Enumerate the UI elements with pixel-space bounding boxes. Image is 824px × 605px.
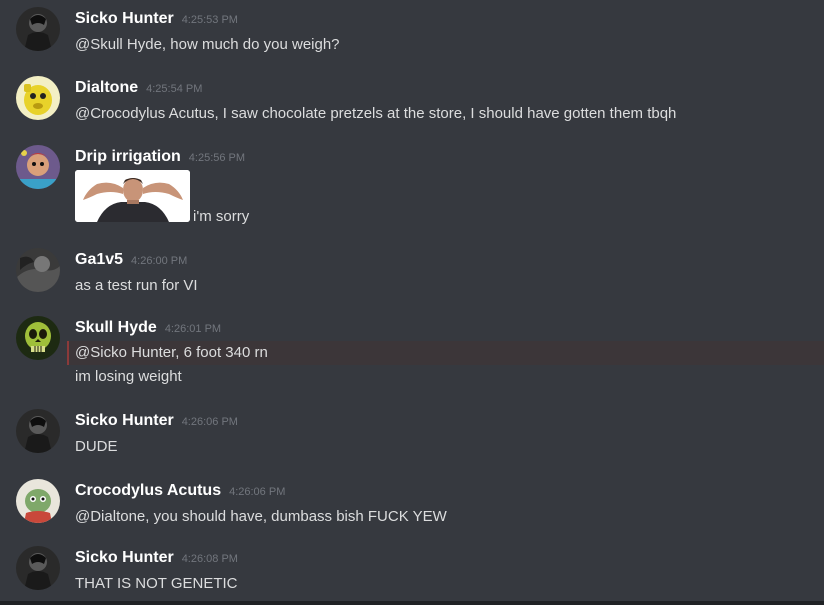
username[interactable]: Ga1v5 — [75, 251, 123, 268]
avatar-sicko-hunter[interactable] — [16, 7, 60, 51]
username[interactable]: Sicko Hunter — [75, 10, 174, 27]
username[interactable]: Drip irrigation — [75, 148, 181, 165]
green-creature-avatar-icon — [16, 479, 60, 523]
timestamp: 4:25:56 PM — [188, 152, 246, 164]
avatar-sicko-hunter[interactable] — [16, 409, 60, 453]
avatar-ga1v5[interactable] — [16, 248, 60, 292]
timestamp: 4:25:54 PM — [146, 83, 203, 95]
message-text: DUDE — [75, 438, 118, 455]
message-header: Sicko Hunter 4:26:06 PM — [75, 409, 238, 433]
chat-message-list: Sicko Hunter 4:25:53 PM @Skull Hyde, how … — [0, 0, 824, 605]
green-skull-avatar-icon — [16, 316, 60, 360]
message-header: Dialtone 4:25:54 PM — [75, 76, 202, 100]
message-header: Sicko Hunter 4:26:08 PM — [75, 546, 238, 570]
username[interactable]: Crocodylus Acutus — [75, 482, 221, 499]
username[interactable]: Dialtone — [75, 79, 138, 96]
username[interactable]: Sicko Hunter — [75, 412, 174, 429]
reaction-gif[interactable] — [75, 170, 190, 222]
timestamp: 4:26:06 PM — [181, 416, 238, 428]
message-header: Ga1v5 4:26:00 PM — [75, 248, 187, 272]
message-text: im losing weight — [75, 368, 182, 385]
dark-figure-avatar-icon — [16, 546, 60, 590]
message-header: Drip irrigation 4:25:56 PM — [75, 145, 245, 169]
colorful-character-avatar-icon — [16, 145, 60, 189]
avatar-drip-irrigation[interactable] — [16, 145, 60, 189]
message-text: as a test run for VI — [75, 277, 198, 294]
avatar-skull-hyde[interactable] — [16, 316, 60, 360]
yellow-creature-avatar-icon — [16, 76, 60, 120]
man-holding-head-gif-icon — [75, 170, 190, 222]
timestamp: 4:25:53 PM — [181, 14, 238, 26]
dark-figure-avatar-icon — [16, 409, 60, 453]
bottom-border — [0, 601, 824, 605]
message-text: i'm sorry — [193, 208, 250, 225]
timestamp: 4:26:06 PM — [229, 486, 286, 498]
message-text: @Skull Hyde, how much do you weigh? — [75, 36, 340, 53]
dark-figure-avatar-icon — [16, 7, 60, 51]
message-text: @Sicko Hunter, 6 foot 340 rn — [75, 344, 268, 361]
username[interactable]: Sicko Hunter — [75, 549, 174, 566]
grey-figure-avatar-icon — [16, 248, 60, 292]
avatar-crocodylus-acutus[interactable] — [16, 479, 60, 523]
message-text: @Dialtone, you should have, dumbass bish… — [75, 508, 447, 525]
avatar-dialtone[interactable] — [16, 76, 60, 120]
message-header: Crocodylus Acutus 4:26:06 PM — [75, 479, 285, 503]
message-text: @Crocodylus Acutus, I saw chocolate pret… — [75, 105, 677, 122]
message-header: Sicko Hunter 4:25:53 PM — [75, 7, 238, 31]
timestamp: 4:26:01 PM — [164, 323, 222, 335]
message-header: Skull Hyde 4:26:01 PM — [75, 316, 221, 340]
username[interactable]: Skull Hyde — [75, 319, 157, 336]
timestamp: 4:26:00 PM — [131, 255, 188, 267]
message-text: THAT IS NOT GENETIC — [75, 575, 238, 592]
timestamp: 4:26:08 PM — [181, 553, 238, 565]
avatar-sicko-hunter[interactable] — [16, 546, 60, 590]
